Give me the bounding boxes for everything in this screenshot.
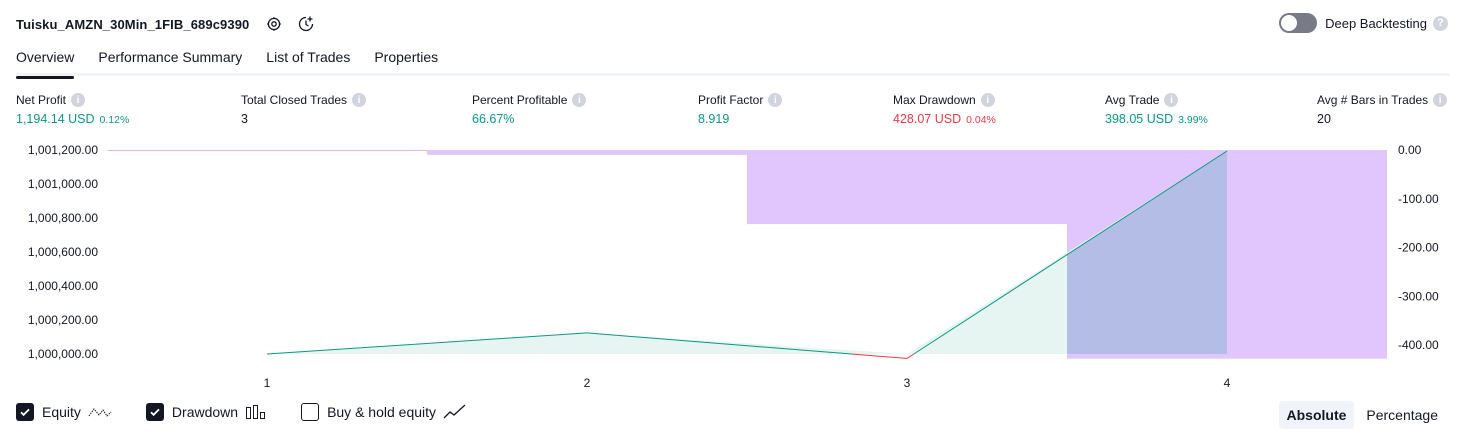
help-icon[interactable]: i — [352, 93, 367, 107]
help-icon[interactable]: i — [71, 93, 86, 107]
equity-line-icon — [88, 404, 112, 420]
legend-label: Equity — [42, 404, 81, 420]
report-tabs: Overview Performance Summary List of Tra… — [16, 44, 1450, 79]
help-icon[interactable]: i — [1164, 93, 1179, 107]
drawdown-bar — [747, 150, 1067, 225]
chart-legend: Equity Drawdown Buy & hold equity — [16, 403, 501, 421]
metric-value: 3 — [241, 112, 248, 126]
value-mode-switch: Absolute Percentage — [1278, 401, 1447, 429]
metric-label: Profit Factor — [698, 93, 764, 107]
metric-label: Total Closed Trades — [241, 93, 348, 107]
checkbox-unchecked-icon[interactable] — [301, 403, 320, 421]
tab-performance-summary[interactable]: Performance Summary — [98, 44, 242, 76]
y-axis-left-tick-label: 1,000,400.00 — [28, 279, 98, 293]
legend-drawdown[interactable]: Drawdown — [145, 403, 267, 421]
metric-net-profit: Net Profit i 1,194.14 USD 0.12% — [16, 93, 129, 126]
report-header: Tuisku_AMZN_30Min_1FIB_689c9390 — [16, 12, 315, 36]
metric-value: 20 — [1317, 112, 1331, 126]
metric-label: Percent Profitable — [472, 93, 568, 107]
x-axis-tick-label: 1 — [264, 376, 271, 390]
toggle-knob — [1281, 15, 1298, 31]
metric-label: Net Profit — [16, 93, 67, 107]
checkbox-checked-icon[interactable] — [16, 403, 34, 421]
tab-overview[interactable]: Overview — [16, 44, 75, 79]
y-axis-left-tick-label: 1,000,000.00 — [28, 347, 98, 361]
y-axis-left-tick-label: 1,001,000.00 — [28, 177, 98, 191]
metric-value: 8.919 — [698, 112, 730, 126]
legend-label: Buy & hold equity — [327, 404, 437, 420]
help-icon[interactable]: i — [572, 93, 587, 107]
deep-backtesting: Deep Backtesting ? — [1279, 13, 1448, 33]
y-axis-right-tick-label: -200.00 — [1398, 241, 1439, 255]
y-axis-left-tick-label: 1,000,600.00 — [28, 245, 98, 259]
y-axis-right-tick-label: 0.00 — [1398, 143, 1422, 157]
y-axis-right-tick-label: -100.00 — [1398, 192, 1439, 206]
help-icon[interactable]: i — [1433, 93, 1448, 107]
absolute-button[interactable]: Absolute — [1278, 401, 1355, 429]
legend-buy-hold-equity[interactable]: Buy & hold equity — [301, 403, 467, 421]
metric-label: Avg Trade — [1105, 93, 1160, 107]
equity-drawdown-chart: 1,001,200.00 1,001,000.00 1,000,800.00 1,00… — [28, 143, 1439, 390]
metric-percent: 3.99% — [1178, 114, 1208, 126]
buy-hold-line-icon — [443, 404, 467, 420]
metric-percent: 0.04% — [966, 114, 996, 126]
metric-value: 398.05 USD — [1105, 112, 1174, 126]
tab-properties[interactable]: Properties — [374, 44, 438, 76]
metric-avg-bars-in-trades: Avg # Bars in Trades i 20 — [1317, 93, 1448, 126]
legend-equity[interactable]: Equity — [16, 403, 112, 421]
metric-profit-factor: Profit Factor i 8.919 — [698, 93, 783, 126]
drawdown-bar — [427, 150, 747, 155]
metric-label: Max Drawdown — [893, 93, 976, 107]
deep-backtesting-toggle[interactable] — [1279, 13, 1318, 33]
checkbox-checked-icon[interactable] — [145, 403, 164, 421]
metric-percent: 0.12% — [99, 114, 130, 126]
strategy-name: Tuisku_AMZN_30Min_1FIB_689c9390 — [16, 16, 250, 32]
settings-icon[interactable] — [265, 15, 283, 33]
y-axis-left-tick-label: 1,000,800.00 — [28, 211, 98, 225]
tab-list-of-trades[interactable]: List of Trades — [266, 44, 350, 76]
x-axis-tick-label: 2 — [584, 376, 591, 390]
metric-percent-profitable: Percent Profitable i 66.67% — [472, 93, 587, 126]
metric-total-closed-trades: Total Closed Trades i 3 — [241, 93, 367, 126]
x-axis-tick-label: 4 — [1224, 376, 1231, 390]
metric-max-drawdown: Max Drawdown i 428.07 USD 0.04% — [893, 93, 996, 126]
metric-avg-trade: Avg Trade i 398.05 USD 3.99% — [1105, 93, 1208, 126]
y-axis-left-tick-label: 1,001,200.00 — [28, 143, 98, 157]
metric-value: 66.67% — [472, 112, 515, 126]
y-axis-right-tick-label: -300.00 — [1398, 289, 1439, 303]
help-icon[interactable]: ? — [1433, 15, 1448, 31]
equity-line-negative — [906, 353, 915, 359]
help-icon[interactable]: i — [980, 93, 995, 107]
equity-line-negative — [851, 353, 908, 359]
percentage-button[interactable]: Percentage — [1358, 401, 1446, 429]
metric-value: 428.07 USD — [893, 112, 962, 126]
metric-value: 1,194.14 USD — [16, 112, 95, 126]
metric-label: Avg # Bars in Trades — [1317, 93, 1429, 107]
source-code-icon[interactable] — [297, 15, 315, 33]
x-axis-tick-label: 3 — [904, 376, 911, 390]
y-axis-left-tick-label: 1,000,200.00 — [28, 313, 98, 327]
help-icon[interactable]: i — [768, 93, 783, 107]
drawdown-bars-icon — [245, 404, 267, 420]
y-axis-right-tick-label: -400.00 — [1398, 338, 1439, 352]
deep-backtesting-label: Deep Backtesting — [1325, 15, 1427, 31]
legend-label: Drawdown — [171, 404, 239, 420]
